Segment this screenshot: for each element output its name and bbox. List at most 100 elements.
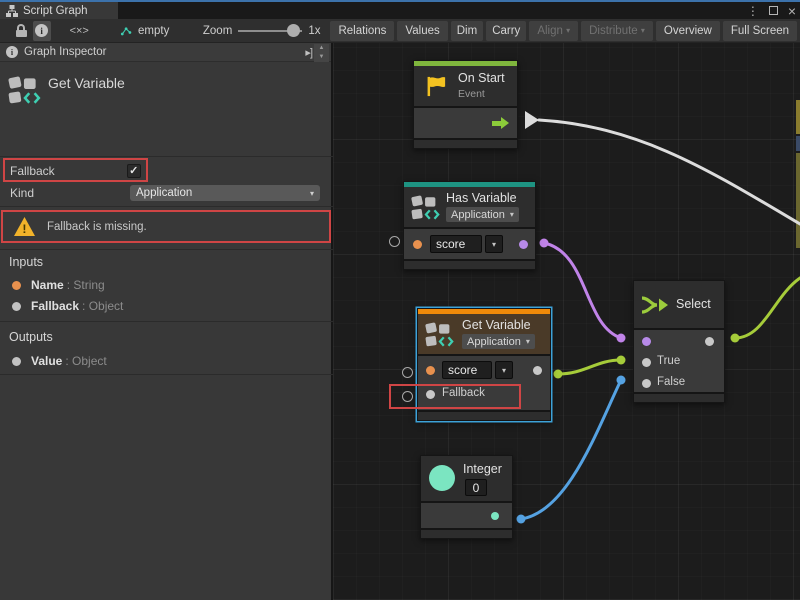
script-graph-window: Script Graph ⋮ × i <×> empty Zoom: [0, 0, 800, 600]
graph-inspector-panel: i Graph Inspector ▸] ▲ ▼ Get Variable: [0, 43, 333, 600]
inspected-node-title-block: Get Variable: [0, 63, 333, 159]
menu-icon[interactable]: ⋮: [747, 4, 759, 18]
graph-hierarchy-icon: [6, 5, 18, 17]
node-title: Integer: [463, 462, 502, 476]
variable-name-dropdown-button[interactable]: ▾: [485, 235, 503, 253]
scroll-up-icon: ▲: [314, 44, 329, 53]
port-dot-grey: [12, 302, 21, 311]
graph-inspector-header: i Graph Inspector ▸] ▲ ▼: [0, 43, 331, 62]
variables-icon: [411, 194, 441, 221]
warning-icon: !: [13, 216, 36, 240]
kind-dropdown[interactable]: Application ▾: [130, 185, 320, 201]
port-name: Value: [31, 354, 62, 368]
chevron-down-icon: ▾: [310, 189, 314, 198]
fallback-field-highlight: [3, 158, 148, 182]
kind-dropdown-value: Application: [136, 187, 192, 199]
chevron-down-icon: ▾: [526, 337, 530, 346]
false-port-label: False: [657, 376, 685, 388]
scroll-down-icon: ▼: [314, 53, 329, 62]
lock-icon: [16, 24, 27, 37]
flow-output-port[interactable]: [492, 117, 509, 129]
tab-label: Script Graph: [23, 5, 88, 17]
input-row-fallback: Fallback : Object: [0, 298, 333, 314]
code-icon: <×>: [70, 25, 89, 37]
zoom-value: 1x: [308, 25, 320, 37]
output-port-bool[interactable]: [519, 240, 528, 249]
flag-icon: [425, 75, 448, 98]
node-kind-dropdown[interactable]: Application ▾: [462, 334, 535, 349]
warning-text: Fallback is missing.: [47, 212, 147, 241]
chevron-down-icon: ▾: [510, 210, 514, 219]
svg-text:!: !: [22, 222, 26, 236]
node-integer[interactable]: Integer 0: [420, 455, 513, 539]
input-port-name[interactable]: [413, 240, 422, 249]
zoom-slider[interactable]: [238, 30, 302, 32]
variable-name-dropdown-button[interactable]: ▾: [495, 361, 513, 379]
inputs-header: Inputs: [9, 255, 43, 269]
input-port-condition[interactable]: [642, 337, 651, 346]
graph-canvas[interactable]: [333, 43, 800, 600]
button-carry[interactable]: Carry: [486, 21, 526, 41]
graph-breadcrumb[interactable]: empty: [138, 25, 169, 37]
input-port-true[interactable]: [642, 358, 651, 367]
tab-bar: Script Graph ⋮ ×: [0, 2, 800, 19]
button-dim[interactable]: Dim: [451, 21, 483, 41]
port-dot-grey: [12, 357, 21, 366]
integer-value-field[interactable]: 0: [465, 479, 487, 496]
code-preview-button[interactable]: <×>: [70, 21, 89, 41]
port-dot-orange: [12, 281, 21, 290]
node-title: Select: [676, 297, 711, 311]
graph-toolbar: i <×> empty Zoom 1x Relations Values Dim…: [0, 19, 800, 43]
integer-icon: [429, 465, 455, 491]
button-overview[interactable]: Overview: [656, 21, 720, 41]
unconnected-port-ring[interactable]: [402, 367, 413, 378]
dock-icon[interactable]: ▸]: [305, 46, 312, 59]
button-distribute[interactable]: Distribute ▾: [581, 21, 653, 41]
inspector-toggle-button[interactable]: i: [33, 21, 51, 41]
kind-field-label: Kind: [10, 186, 34, 200]
warning-box: ! Fallback is missing.: [1, 210, 331, 243]
inspector-scroll-buttons[interactable]: ▲ ▼: [314, 44, 329, 62]
maximize-icon[interactable]: [769, 6, 778, 15]
graph-inspector-title: Graph Inspector: [24, 46, 106, 58]
window-controls: ⋮ ×: [747, 2, 796, 19]
button-fullscreen[interactable]: Full Screen: [723, 21, 797, 41]
info-icon: i: [35, 24, 48, 37]
outputs-header: Outputs: [9, 330, 53, 344]
offscreen-node-fragment: [796, 136, 800, 151]
node-has-variable[interactable]: Has Variable Application ▾ score ▾: [403, 181, 536, 270]
node-select[interactable]: Select True False: [633, 280, 725, 403]
true-port-label: True: [657, 355, 680, 367]
chevron-down-icon: ▾: [641, 26, 645, 35]
output-port-value[interactable]: [533, 366, 542, 375]
inspected-node-title: Get Variable: [48, 75, 125, 91]
output-port-integer[interactable]: [491, 512, 499, 520]
graph-breadcrumb-icon: [120, 24, 132, 38]
tab-script-graph[interactable]: Script Graph: [0, 2, 118, 19]
button-align[interactable]: Align ▾: [529, 21, 578, 41]
variable-name-field[interactable]: score: [430, 235, 482, 253]
output-row-value: Value : Object: [0, 353, 333, 369]
node-title: On Start: [458, 71, 505, 85]
input-port-false[interactable]: [642, 379, 651, 388]
port-name: Name: [31, 278, 64, 292]
close-icon[interactable]: ×: [788, 3, 796, 19]
port-type: : Object: [82, 299, 123, 313]
port-type: : String: [67, 278, 105, 292]
button-relations[interactable]: Relations: [330, 21, 394, 41]
input-port-name[interactable]: [426, 366, 435, 375]
node-title: Has Variable: [446, 191, 517, 205]
unconnected-port-ring[interactable]: [389, 236, 400, 247]
select-icon: [640, 292, 670, 318]
lock-button[interactable]: [12, 21, 30, 41]
node-subtitle: Event: [458, 88, 485, 100]
button-values[interactable]: Values: [397, 21, 447, 41]
variable-name-field[interactable]: score: [442, 361, 492, 379]
node-on-start[interactable]: On Start Event: [413, 60, 518, 149]
zoom-label: Zoom: [203, 25, 232, 37]
variables-icon: [8, 75, 42, 105]
zoom-slider-handle[interactable]: [287, 24, 300, 37]
node-kind-dropdown[interactable]: Application ▾: [446, 207, 519, 222]
offscreen-node-fragment: [796, 153, 800, 248]
output-port-selection[interactable]: [705, 337, 714, 346]
